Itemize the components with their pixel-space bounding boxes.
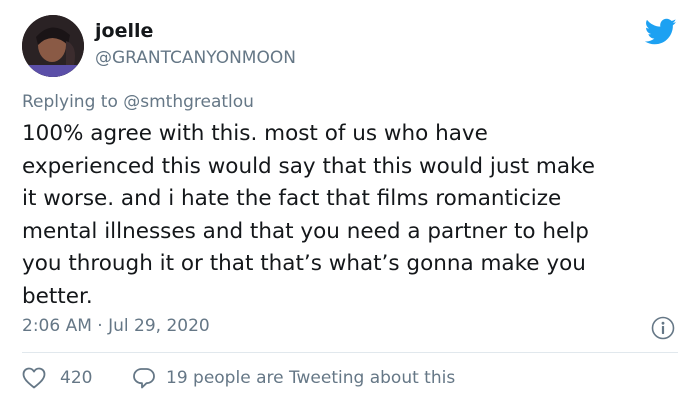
divider — [22, 352, 678, 353]
speech-bubble-icon[interactable] — [132, 367, 156, 389]
replying-to-label: Replying to — [22, 92, 124, 112]
tweet-text: 100% agree with this. most of us who hav… — [22, 121, 595, 309]
tweet-card: joelle @GRANTCANYONMOON Replying to @smt… — [0, 0, 700, 406]
heart-icon[interactable] — [22, 367, 46, 389]
tweet-timestamp[interactable]: 2:06 AM · Jul 29, 2020 — [22, 316, 210, 336]
info-icon[interactable] — [651, 316, 675, 340]
replying-to-line: Replying to @smthgreatlou — [22, 92, 254, 112]
twitter-bird-icon[interactable] — [644, 18, 677, 46]
display-name[interactable]: joelle — [95, 20, 153, 42]
author-handle[interactable]: @GRANTCANYONMOON — [95, 48, 296, 68]
reply-to-handle[interactable]: @smthgreatlou — [123, 92, 254, 112]
avatar[interactable] — [22, 15, 84, 77]
tweeting-about-this-link[interactable]: 19 people are Tweeting about this — [166, 368, 455, 388]
like-count[interactable]: 420 — [60, 368, 92, 388]
